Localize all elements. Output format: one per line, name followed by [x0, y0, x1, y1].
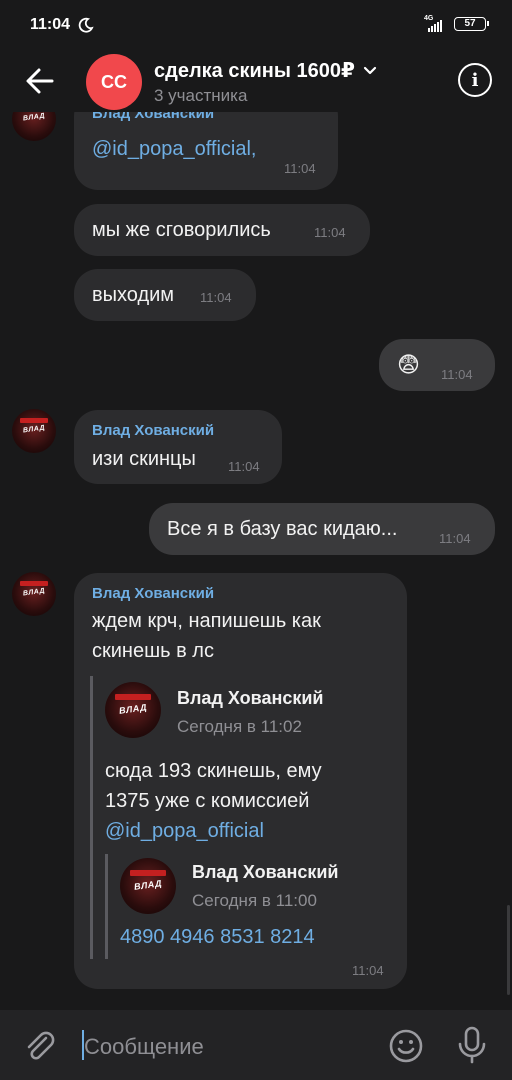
- chat-title[interactable]: сделка скины 1600₽: [154, 58, 377, 83]
- chat-title-text: сделка скины 1600₽: [154, 60, 355, 82]
- battery-icon: 57: [454, 17, 489, 31]
- chat-header: СС сделка скины 1600₽ 3 участника i: [0, 50, 512, 112]
- forward-text-line: 1375 уже с комиссией: [105, 790, 310, 812]
- message-time: 11:04: [200, 290, 232, 305]
- chat-avatar[interactable]: СС: [86, 54, 142, 110]
- signal-icon: 4G: [422, 15, 448, 33]
- composer: [0, 1010, 512, 1080]
- arrow-left-icon[interactable]: [20, 63, 60, 99]
- microphone-icon[interactable]: [456, 1025, 488, 1065]
- forwarded-message[interactable]: ВЛАД Влад Хованский Сегодня в 11:02 сюда…: [90, 676, 390, 959]
- smiley-icon[interactable]: [388, 1028, 424, 1064]
- message-input[interactable]: [84, 1032, 364, 1062]
- message-text-line: ждем крч, напишешь как: [92, 610, 321, 632]
- message-text: изи скинцы: [92, 448, 196, 470]
- message-text: выходим: [92, 284, 175, 306]
- forward-avatar: ВЛАД: [105, 682, 161, 738]
- avatar[interactable]: ВЛАД: [12, 112, 56, 141]
- message-text: Все я в базу вас кидаю...: [167, 518, 398, 540]
- message-bubble[interactable]: Влад Хованский ждем крч, напишешь как ск…: [74, 573, 407, 989]
- message-sender: Влад Хованский: [92, 422, 215, 439]
- message-bubble[interactable]: мы же сговорились 11:04: [74, 204, 370, 256]
- forward-text-line: сюда 193 скинешь, ему: [105, 760, 322, 782]
- avatar[interactable]: ВЛАД: [12, 409, 56, 453]
- battery-level: 57: [464, 18, 476, 29]
- avatar[interactable]: ВЛАД: [12, 572, 56, 616]
- message-time: 11:04: [228, 459, 260, 474]
- message-time: 11:04: [441, 367, 473, 382]
- message-text-line: скинешь в лс: [92, 640, 214, 662]
- forward-avatar: ВЛАД: [120, 858, 176, 914]
- nested-forwarded-message[interactable]: ВЛАД Влад Хованский Сегодня в 11:00 4890…: [105, 854, 375, 959]
- do-not-disturb-icon: [78, 17, 94, 33]
- message-time: 11:04: [439, 531, 471, 546]
- message-sender: Влад Хованский: [92, 585, 215, 602]
- message-time: 11:04: [352, 963, 384, 978]
- message-bubble[interactable]: Влад Хованский изи скинцы 11:04: [74, 410, 282, 484]
- forward-sender: Влад Хованский: [177, 688, 324, 708]
- message-sender: Влад Хованский: [92, 112, 215, 122]
- mention-link[interactable]: @id_popa_official: [105, 816, 264, 846]
- mention-link[interactable]: @id_popa_official,: [92, 134, 257, 164]
- forward-sender: Влад Хованский: [192, 862, 339, 882]
- outgoing-message-bubble[interactable]: 😨 11:04: [379, 339, 495, 391]
- chat-avatar-initials: СС: [101, 71, 127, 92]
- message-time: 11:04: [314, 225, 346, 240]
- card-number-link[interactable]: 4890 4946 8531 8214: [120, 922, 315, 952]
- message-feed[interactable]: ВЛАД Влад Хованский @id_popa_official, 1…: [0, 112, 512, 1010]
- message-text: мы же сговорились: [92, 219, 271, 241]
- info-icon[interactable]: i: [458, 63, 492, 97]
- status-bar: 11:04 4G 57: [0, 0, 512, 50]
- message-bubble[interactable]: Влад Хованский @id_popa_official, 11:04: [74, 112, 338, 190]
- message-bubble[interactable]: выходим 11:04: [74, 269, 256, 321]
- outgoing-message-bubble[interactable]: Все я в базу вас кидаю... 11:04: [149, 503, 495, 555]
- chevron-down-icon: [363, 66, 376, 74]
- message-emoji: 😨: [397, 352, 420, 377]
- message-time: 11:04: [284, 161, 316, 176]
- status-time: 11:04: [30, 16, 71, 33]
- paperclip-icon[interactable]: [22, 1028, 58, 1064]
- scrollbar[interactable]: [507, 905, 510, 995]
- forward-time: Сегодня в 11:00: [192, 891, 317, 910]
- participants-count: 3 участника: [154, 86, 248, 105]
- forward-time: Сегодня в 11:02: [177, 717, 302, 736]
